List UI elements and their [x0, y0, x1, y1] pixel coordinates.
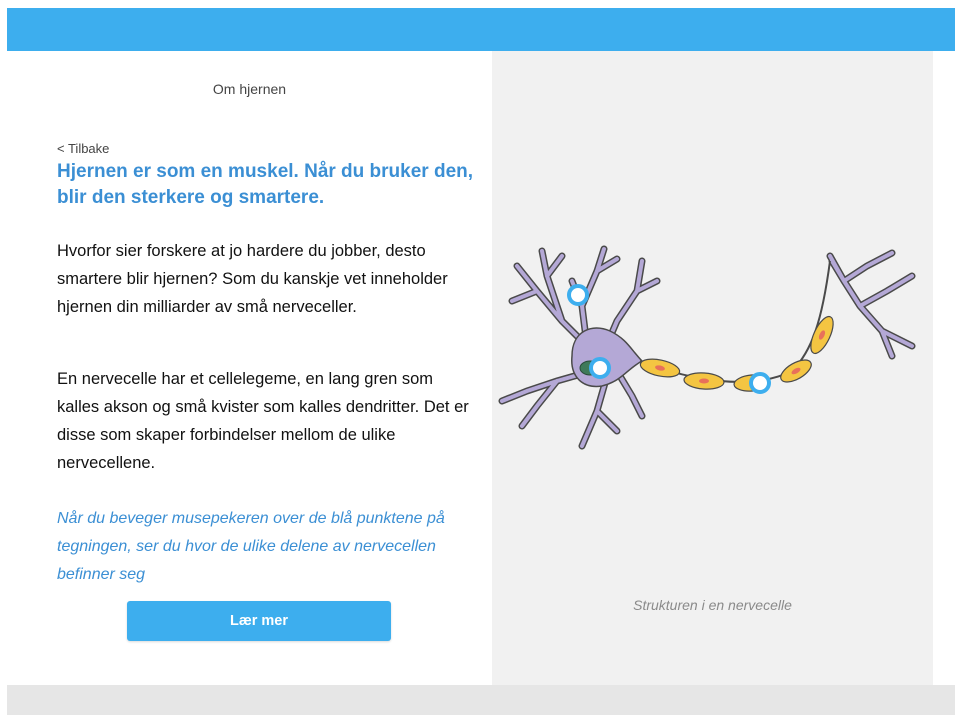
paragraph-neuron: En nervecelle har et cellelegeme, en lan… [57, 370, 469, 472]
hover-hint: Når du beveger musepekeren over de blå p… [57, 510, 445, 583]
nucleus-hotspot[interactable] [589, 357, 611, 379]
paragraph-intro: Hvorfor sier forskere at jo hardere du j… [57, 242, 448, 316]
top-bar [7, 8, 955, 51]
dendrites-fill [500, 247, 914, 448]
bottom-bar [7, 685, 955, 715]
learn-more-button[interactable]: Lær mer [127, 601, 391, 641]
headline: Hjernen er som en muskel. Når du bruker … [57, 161, 474, 208]
content-panel: Om hjernen < Tilbake Hjernen er som en m… [7, 51, 492, 685]
illustration-panel: Strukturen i en nervecelle [492, 51, 933, 685]
dendrite-hotspot[interactable] [567, 284, 589, 306]
back-link[interactable]: < Tilbake [57, 141, 109, 156]
section-title: Om hjernen [212, 81, 287, 97]
cell-body [571, 327, 644, 388]
myelin-sheaths [639, 315, 834, 392]
illustration-caption: Strukturen i en nervecelle [633, 597, 792, 613]
neuron-illustration [498, 245, 916, 450]
axon-hotspot[interactable] [749, 372, 771, 394]
